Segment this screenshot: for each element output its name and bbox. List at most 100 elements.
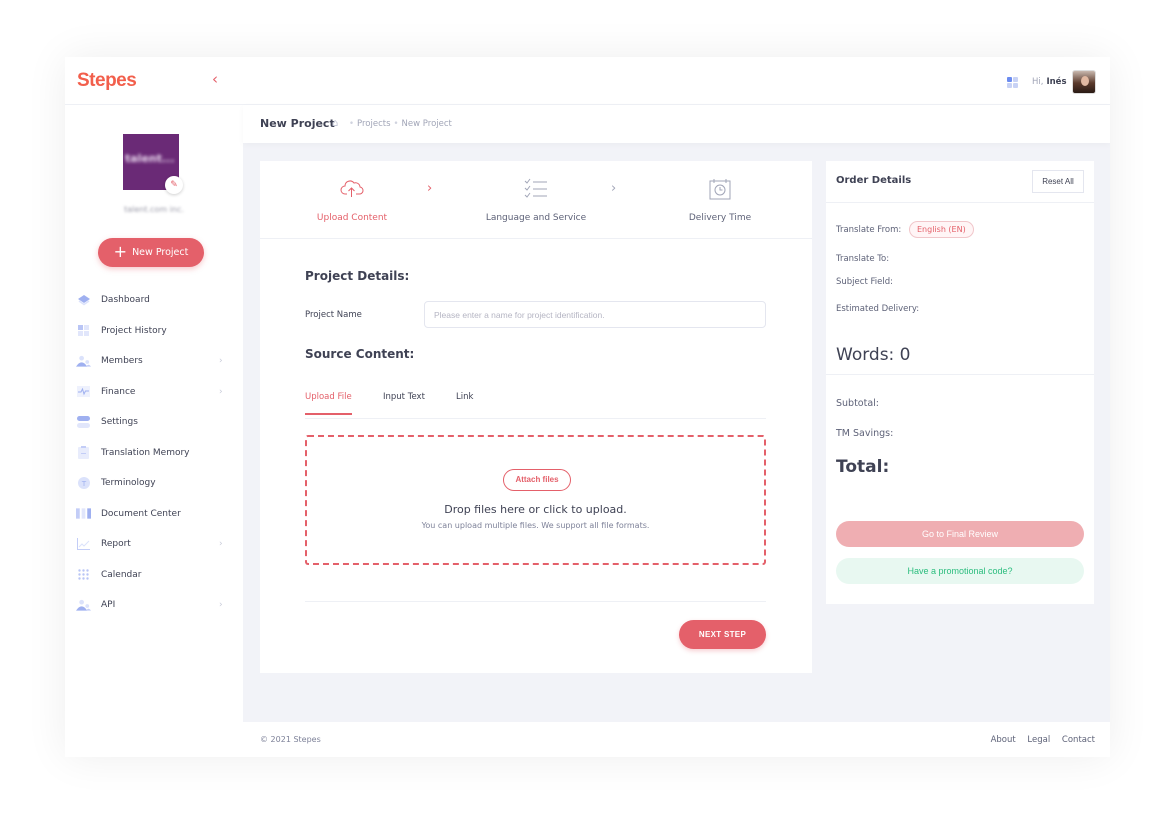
top-header: Hi, Inés xyxy=(243,57,1110,105)
reset-all-button[interactable]: Reset All xyxy=(1032,170,1084,193)
sidebar-item-label: Members xyxy=(101,356,143,367)
sidebar-item-report[interactable]: Report › xyxy=(65,529,243,560)
attach-files-button[interactable]: Attach files xyxy=(503,469,571,491)
sidebar-item-calendar[interactable]: Calendar xyxy=(65,560,243,591)
sidebar-item-label: Document Center xyxy=(101,508,181,519)
chevron-right-icon: › xyxy=(219,539,223,550)
file-dropzone[interactable]: Attach files Drop files here or click to… xyxy=(305,435,766,565)
go-to-final-review-button[interactable]: Go to Final Review xyxy=(836,521,1084,547)
calendar-clock-icon xyxy=(709,179,731,200)
footer-link-legal[interactable]: Legal xyxy=(1027,735,1050,745)
project-name-input[interactable] xyxy=(424,301,766,328)
users-icon xyxy=(76,599,91,611)
pulse-icon xyxy=(76,386,91,398)
step-language-and-service[interactable]: Language and Service xyxy=(456,161,616,239)
edit-logo-button[interactable]: ✎ xyxy=(165,176,183,194)
estimated-delivery-label: Estimated Delivery: xyxy=(836,304,920,314)
footer: © 2021 Stepes About Legal Contact xyxy=(243,722,1110,757)
order-header: Order Details Reset All xyxy=(826,161,1094,203)
sidebar-item-label: Translation Memory xyxy=(101,447,190,458)
source-content-title: Source Content: xyxy=(305,347,415,361)
checklist-icon xyxy=(524,178,547,198)
chevron-right-icon: › xyxy=(219,356,223,367)
grid-icon xyxy=(76,325,91,337)
sidebar-item-label: Terminology xyxy=(101,478,156,489)
source-tabs: Upload File Input Text Link xyxy=(305,383,766,419)
divider xyxy=(826,374,1094,375)
project-name-label: Project Name xyxy=(305,310,362,320)
chevron-right-icon: › xyxy=(219,386,223,397)
breadcrumb-new-project[interactable]: New Project xyxy=(402,119,452,129)
dropzone-hint: You can upload multiple files. We suppor… xyxy=(421,521,650,530)
company-name: talent.com inc. xyxy=(124,205,184,214)
sidebar-item-project-history[interactable]: Project History xyxy=(65,316,243,347)
home-icon[interactable]: ⌂ xyxy=(332,118,338,129)
new-project-label: New Project xyxy=(132,247,189,258)
divider xyxy=(305,601,766,602)
translate-to-label: Translate To: xyxy=(836,254,890,264)
next-step-button[interactable]: NEXT STEP xyxy=(679,620,766,649)
sidebar-item-document-center[interactable]: Document Center xyxy=(65,499,243,530)
columns-icon xyxy=(76,508,91,520)
app-window: Stepes ‹ talent... ✎ talent.com inc. + N… xyxy=(65,57,1110,757)
subject-field-label: Subject Field: xyxy=(836,277,893,287)
pencil-icon: ✎ xyxy=(170,180,178,190)
dots-grid-icon xyxy=(76,569,91,581)
user-name: Inés xyxy=(1046,77,1067,87)
sidebar-item-label: Project History xyxy=(101,325,167,336)
sidebar-item-label: Settings xyxy=(101,417,138,428)
step-delivery-time[interactable]: Delivery Time xyxy=(640,161,800,239)
sidebar-item-settings[interactable]: Settings xyxy=(65,407,243,438)
sidebar-item-translation-memory[interactable]: Translation Memory xyxy=(65,438,243,469)
translate-from-label: Translate From: xyxy=(836,225,902,235)
chevron-left-icon[interactable]: ‹ xyxy=(212,70,218,88)
tab-upload-file[interactable]: Upload File xyxy=(305,392,352,415)
company-logo-text: talent... xyxy=(125,152,175,165)
source-language-badge[interactable]: English (EN) xyxy=(909,221,974,238)
breadcrumb-projects[interactable]: Projects xyxy=(357,119,391,129)
total-label: Total: xyxy=(836,457,890,477)
breadcrumb: • Projects • New Project xyxy=(349,119,452,129)
sidebar-item-api[interactable]: API › xyxy=(65,590,243,621)
brand-logo[interactable]: Stepes xyxy=(77,70,137,92)
terminology-icon: T xyxy=(76,477,91,490)
sidebar-item-label: API xyxy=(101,600,116,611)
sidebar: Stepes ‹ talent... ✎ talent.com inc. + N… xyxy=(65,57,243,757)
dropzone-title: Drop files here or click to upload. xyxy=(444,503,627,516)
footer-link-contact[interactable]: Contact xyxy=(1062,735,1095,745)
svg-text:T: T xyxy=(80,480,86,488)
subtotal-label: Subtotal: xyxy=(836,398,880,409)
brand-row: Stepes ‹ xyxy=(65,57,243,105)
tab-input-text[interactable]: Input Text xyxy=(383,392,425,413)
footer-link-about[interactable]: About xyxy=(991,735,1016,745)
step-upload-content[interactable]: Upload Content xyxy=(272,161,432,239)
layers-icon xyxy=(76,294,91,306)
tm-savings-label: TM Savings: xyxy=(836,428,894,439)
page-title: New Project xyxy=(260,117,335,130)
sidebar-item-label: Report xyxy=(101,539,131,550)
new-project-button[interactable]: + New Project xyxy=(98,238,204,267)
clipboard-icon xyxy=(76,446,91,460)
avatar[interactable] xyxy=(1072,70,1096,94)
plus-icon: + xyxy=(113,241,128,261)
sidebar-item-label: Calendar xyxy=(101,569,142,580)
toggle-icon xyxy=(76,416,91,429)
step-label: Upload Content xyxy=(316,213,388,223)
sidebar-item-label: Dashboard xyxy=(101,295,150,306)
sidebar-item-dashboard[interactable]: Dashboard xyxy=(65,285,243,316)
word-count: Words: 0 xyxy=(836,345,911,365)
greeting-text: Hi, xyxy=(1032,77,1044,87)
new-project-card: Upload Content › Language and Service › … xyxy=(260,161,812,673)
sidebar-item-members[interactable]: Members › xyxy=(65,346,243,377)
copyright: © 2021 Stepes xyxy=(260,735,321,744)
sidebar-item-label: Finance xyxy=(101,386,136,397)
sidebar-item-finance[interactable]: Finance › xyxy=(65,377,243,408)
promo-code-button[interactable]: Have a promotional code? xyxy=(836,558,1084,584)
user-greeting[interactable]: Hi, Inés xyxy=(1032,77,1067,87)
chevron-right-icon: › xyxy=(427,181,433,196)
apps-grid-icon[interactable] xyxy=(1007,77,1018,88)
order-details-card: Order Details Reset All Translate From: … xyxy=(826,161,1094,604)
cloud-upload-icon xyxy=(340,180,364,197)
sidebar-item-terminology[interactable]: T Terminology xyxy=(65,468,243,499)
tab-link[interactable]: Link xyxy=(456,392,473,413)
